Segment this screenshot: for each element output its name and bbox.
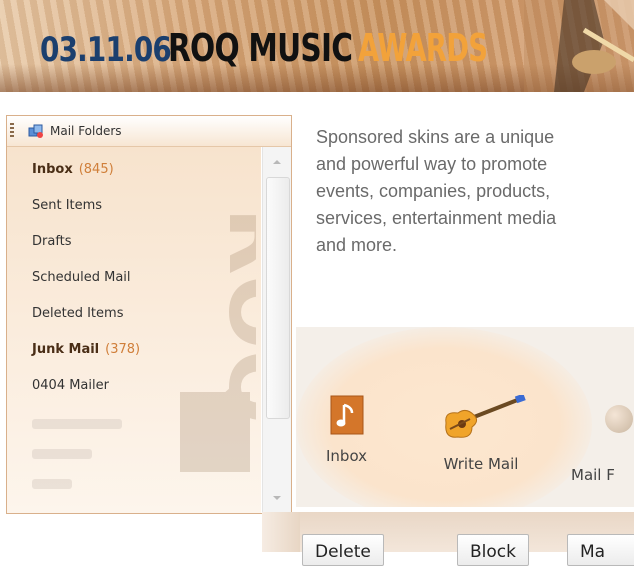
folder-deleted-items[interactable]: Deleted Items <box>32 306 123 321</box>
faded-folder-item <box>32 479 72 489</box>
toolbar-mail-folders-button[interactable]: Mail F <box>571 466 615 484</box>
scrollbar-thumb[interactable] <box>266 177 290 419</box>
description-line: and powerful way to promote <box>316 154 548 174</box>
roq-watermark-icon: ROQ <box>180 207 256 472</box>
mail-folders-header: Mail Folders <box>7 116 291 147</box>
block-button[interactable]: Block <box>457 534 529 566</box>
folder-list: ROQ Inbox (845) Sent Items Drafts Schedul… <box>7 147 261 513</box>
description-line: events, companies, products, <box>316 181 551 201</box>
banner-date: 03.11.06 <box>40 30 172 70</box>
faded-folder-item <box>32 449 92 459</box>
scroll-up-arrow-icon[interactable] <box>267 153 287 171</box>
folder-0404-mailer[interactable]: 0404 Mailer <box>32 378 109 393</box>
scroll-down-arrow-icon[interactable] <box>267 489 287 507</box>
folder-count: (845) <box>78 162 114 177</box>
banner-roq-music: ROQ MUSIC <box>168 26 353 70</box>
toolbar-label: Mail F <box>571 466 615 484</box>
action-bar-edge <box>262 512 300 552</box>
roq-music-awards-banner[interactable]: 03.11.06 ROQ MUSIC AWARDS <box>0 0 634 92</box>
sponsored-skins-description: Sponsored skins are a unique and powerfu… <box>316 124 634 259</box>
folder-drafts[interactable]: Drafts <box>32 234 72 249</box>
folder-name: Drafts <box>32 234 72 249</box>
description-line: services, entertainment media <box>316 208 557 228</box>
folders-icon <box>28 124 43 138</box>
folder-name: Deleted Items <box>32 306 124 321</box>
panel-title: Mail Folders <box>50 124 122 138</box>
more-button[interactable]: Ma <box>567 534 634 566</box>
music-note-icon <box>330 395 364 435</box>
folder-scrollbar[interactable] <box>262 147 291 513</box>
guitar-icon <box>445 395 526 438</box>
toolbar-label: Write Mail <box>443 455 519 473</box>
folder-scheduled-mail[interactable]: Scheduled Mail <box>32 270 131 285</box>
folder-name: 0404 Mailer <box>32 378 109 393</box>
folder-inbox[interactable]: Inbox (845) <box>32 162 114 177</box>
folder-name: Scheduled Mail <box>32 270 131 285</box>
guitarist-image <box>524 0 634 92</box>
drag-handle-icon[interactable] <box>10 123 14 139</box>
folder-count: (378) <box>105 342 141 357</box>
folder-name: Sent Items <box>32 198 103 213</box>
description-line: Sponsored skins are a unique <box>316 127 555 147</box>
folder-name: Inbox <box>32 162 73 177</box>
toolbar-write-mail-button[interactable]: Write Mail <box>436 395 526 473</box>
folder-name: Junk Mail <box>32 342 100 357</box>
folder-sent-items[interactable]: Sent Items <box>32 198 102 213</box>
folder-junk-mail[interactable]: Junk Mail (378) <box>32 342 140 357</box>
banner-awards: AWARDS <box>358 26 488 70</box>
description-line: and more. <box>316 235 398 255</box>
mail-folders-panel: Mail Folders ROQ Inbox (845) Sent Items D… <box>6 115 292 514</box>
mail-folders-orb-icon <box>605 405 633 433</box>
toolbar-inbox-button[interactable]: Inbox <box>326 395 367 465</box>
svg-text:ROQ: ROQ <box>209 207 256 424</box>
delete-button[interactable]: Delete <box>302 534 384 566</box>
toolbar-label: Inbox <box>326 447 368 465</box>
faded-folder-item <box>32 419 122 429</box>
